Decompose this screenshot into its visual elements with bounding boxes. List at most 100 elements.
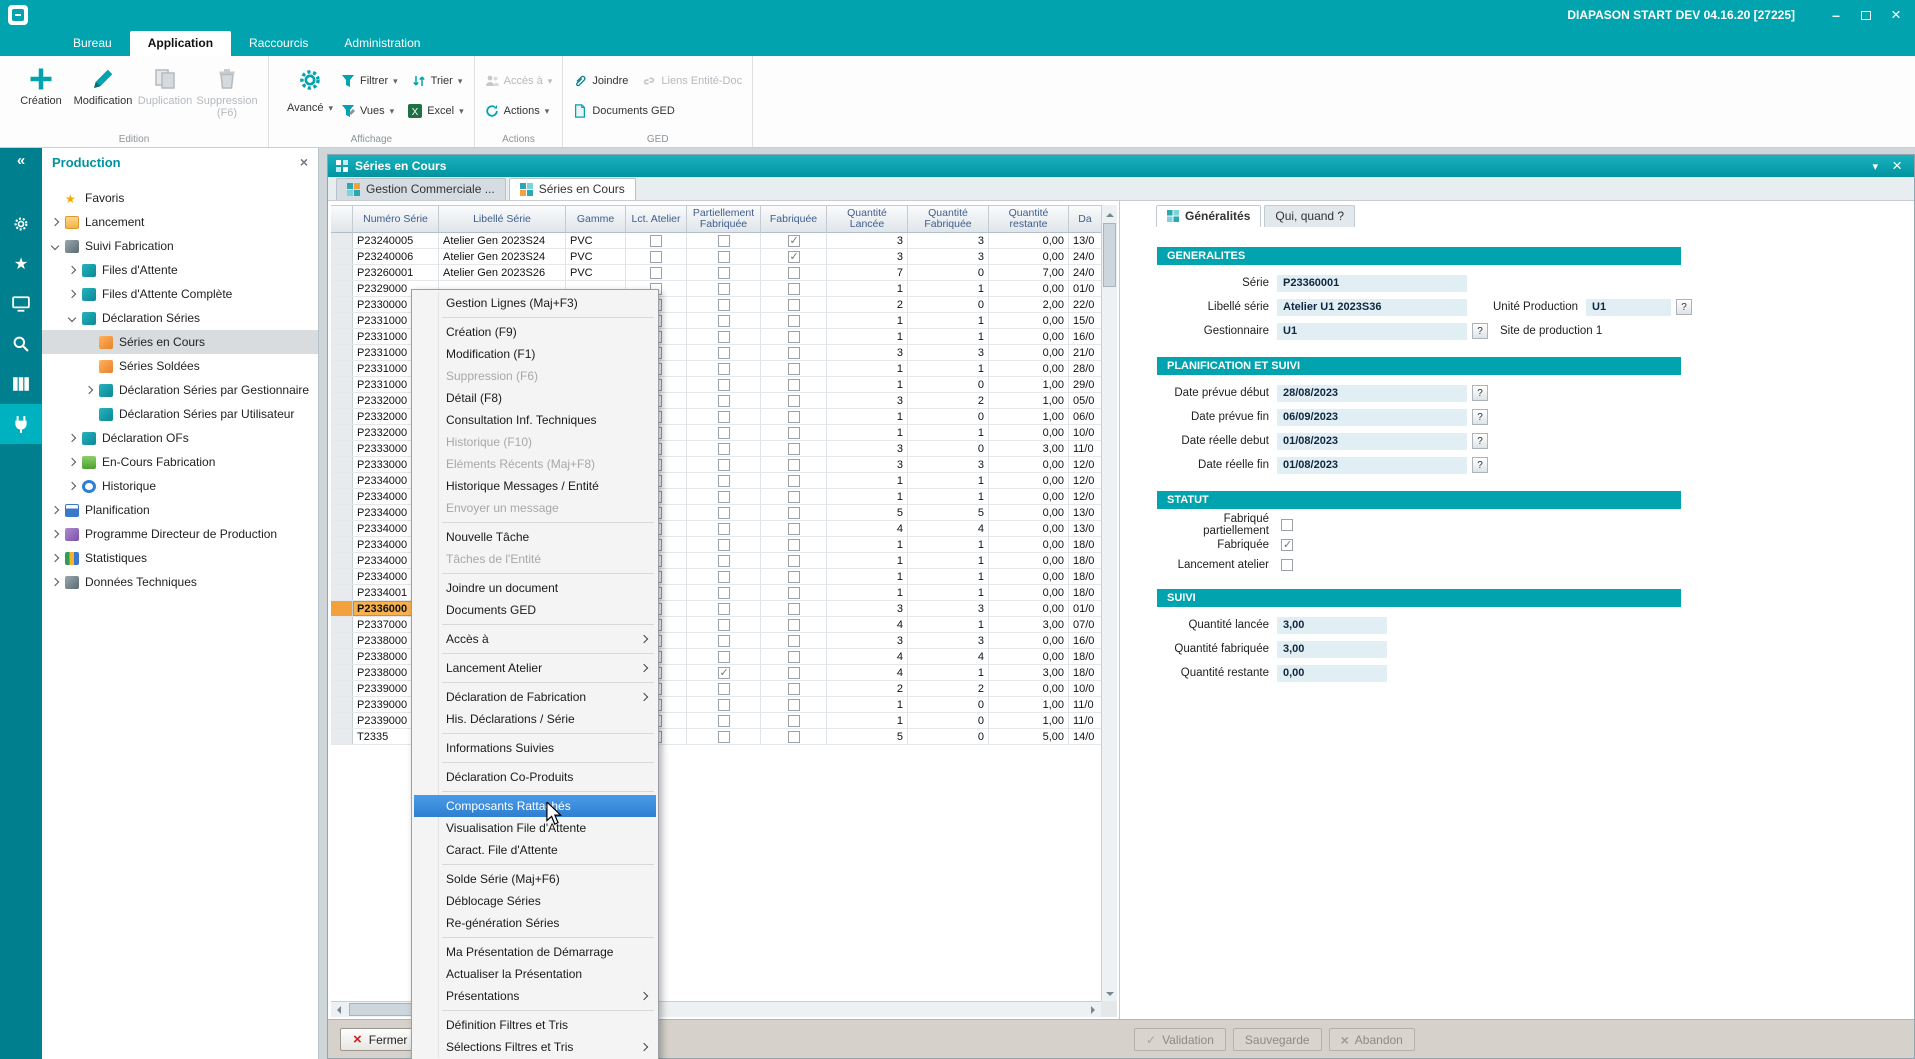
context-menu-item[interactable]: Composants Rattachés (414, 795, 656, 817)
filtrer-button[interactable]: Filtrer (341, 70, 398, 92)
date-field[interactable]: 01/08/2023 (1277, 457, 1467, 474)
checkbox[interactable] (718, 283, 730, 295)
date-field[interactable]: 06/09/2023 (1277, 409, 1467, 426)
gestionnaire-field[interactable]: U1 (1277, 323, 1467, 340)
tree-item[interactable]: Déclaration Séries par Utilisateur (42, 402, 318, 426)
trier-button[interactable]: Trier (412, 70, 463, 92)
checkbox[interactable] (718, 571, 730, 583)
modules-button[interactable] (0, 364, 42, 404)
tree-item[interactable]: Historique (42, 474, 318, 498)
checkbox[interactable] (788, 251, 800, 263)
checkbox[interactable] (788, 427, 800, 439)
creation-button[interactable]: Création (10, 60, 72, 131)
table-row[interactable]: P23240005Atelier Gen 2023S24PVC330,0013/… (331, 233, 1101, 249)
expander-icon[interactable] (50, 217, 61, 228)
checkbox[interactable] (718, 299, 730, 311)
checkbox[interactable] (788, 731, 800, 743)
context-menu-item[interactable]: Définition Filtres et Tris (412, 1014, 658, 1036)
checkbox[interactable] (718, 411, 730, 423)
context-menu-item[interactable]: Actualiser la Présentation (412, 963, 658, 985)
checkbox[interactable] (718, 315, 730, 327)
expander-icon[interactable] (84, 385, 95, 396)
checkbox[interactable] (788, 379, 800, 391)
checkbox[interactable] (718, 603, 730, 615)
checkbox[interactable] (650, 235, 662, 247)
expander-icon[interactable] (50, 241, 61, 252)
expander-icon[interactable] (67, 457, 78, 468)
checkbox[interactable] (718, 363, 730, 375)
expander-icon[interactable] (67, 265, 78, 276)
checkbox[interactable] (718, 667, 730, 679)
context-menu-item[interactable]: Re-génération Séries (412, 912, 658, 934)
scroll-up-icon[interactable] (1106, 209, 1114, 217)
context-menu-item[interactable]: Consultation Inf. Techniques (412, 409, 658, 431)
avance-button[interactable]: Avancé (279, 60, 341, 131)
column-header[interactable]: Quantité Fabriquée (908, 205, 989, 233)
checkbox[interactable] (1281, 519, 1293, 531)
checkbox[interactable] (650, 251, 662, 263)
checkbox[interactable] (1281, 539, 1293, 551)
actions-button[interactable]: Actions (485, 100, 553, 122)
expander-icon[interactable] (50, 529, 61, 540)
expander-icon[interactable] (67, 289, 78, 300)
context-menu-item[interactable]: Documents GED (412, 599, 658, 621)
checkbox[interactable] (718, 235, 730, 247)
checkbox[interactable] (718, 507, 730, 519)
column-header[interactable]: Gamme (566, 205, 626, 233)
tab-gestion-commerciale[interactable]: Gestion Commerciale ... (336, 178, 506, 200)
tree-item[interactable]: Données Techniques (42, 570, 318, 594)
checkbox[interactable] (788, 395, 800, 407)
context-menu-item[interactable]: His. Déclarations / Série (412, 708, 658, 730)
close-window-icon[interactable] (1892, 156, 1902, 176)
checkbox[interactable] (718, 475, 730, 487)
checkbox[interactable] (718, 539, 730, 551)
settings-button[interactable] (0, 204, 42, 244)
favorites-button[interactable] (0, 244, 42, 284)
column-header[interactable]: Numéro Série (353, 205, 439, 233)
checkbox[interactable] (650, 267, 662, 279)
checkbox[interactable] (788, 507, 800, 519)
tree-item[interactable]: Lancement (42, 210, 318, 234)
expander-icon[interactable] (67, 481, 78, 492)
menu-tab-raccourcis[interactable]: Raccourcis (231, 31, 326, 56)
checkbox[interactable] (718, 491, 730, 503)
checkbox[interactable] (718, 715, 730, 727)
column-header[interactable]: Quantité restante (989, 205, 1069, 233)
checkbox[interactable] (718, 555, 730, 567)
date-field[interactable]: 01/08/2023 (1277, 433, 1467, 450)
corner-header-cell[interactable] (331, 205, 353, 233)
checkbox[interactable] (718, 379, 730, 391)
context-menu-item[interactable]: Ma Présentation de Démarrage (412, 941, 658, 963)
expander-icon[interactable] (67, 433, 78, 444)
checkbox[interactable] (788, 331, 800, 343)
tree-item[interactable]: Suivi Fabrication (42, 234, 318, 258)
checkbox[interactable] (718, 651, 730, 663)
desktop-button[interactable] (0, 284, 42, 324)
tab-series-en-cours[interactable]: Séries en Cours (509, 178, 636, 200)
context-menu-item[interactable]: Détail (F8) (412, 387, 658, 409)
tree-item[interactable]: Séries en Cours (42, 330, 318, 354)
documents-ged-button[interactable]: Documents GED (573, 100, 675, 122)
menu-tab-administration[interactable]: Administration (326, 31, 438, 56)
production-module-button[interactable] (0, 404, 42, 444)
minimize-button[interactable] (1821, 2, 1851, 28)
checkbox[interactable] (788, 571, 800, 583)
checkbox[interactable] (788, 459, 800, 471)
checkbox[interactable] (718, 459, 730, 471)
checkbox[interactable] (788, 363, 800, 375)
checkbox[interactable] (718, 731, 730, 743)
checkbox[interactable] (718, 635, 730, 647)
fermer-button[interactable]: Fermer (340, 1028, 420, 1051)
context-menu-item[interactable]: Création (F9) (412, 321, 658, 343)
checkbox[interactable] (788, 443, 800, 455)
checkbox[interactable] (718, 699, 730, 711)
menu-tab-application[interactable]: Application (130, 31, 231, 56)
checkbox[interactable] (718, 267, 730, 279)
context-menu-item[interactable]: Caract. File d'Attente (412, 839, 658, 861)
checkbox[interactable] (718, 523, 730, 535)
tree-item[interactable]: Déclaration OFs (42, 426, 318, 450)
context-menu-item[interactable]: Présentations (412, 985, 658, 1007)
checkbox[interactable] (788, 715, 800, 727)
scroll-right-icon[interactable] (1091, 1006, 1099, 1014)
context-menu-item[interactable]: Modification (F1) (412, 343, 658, 365)
